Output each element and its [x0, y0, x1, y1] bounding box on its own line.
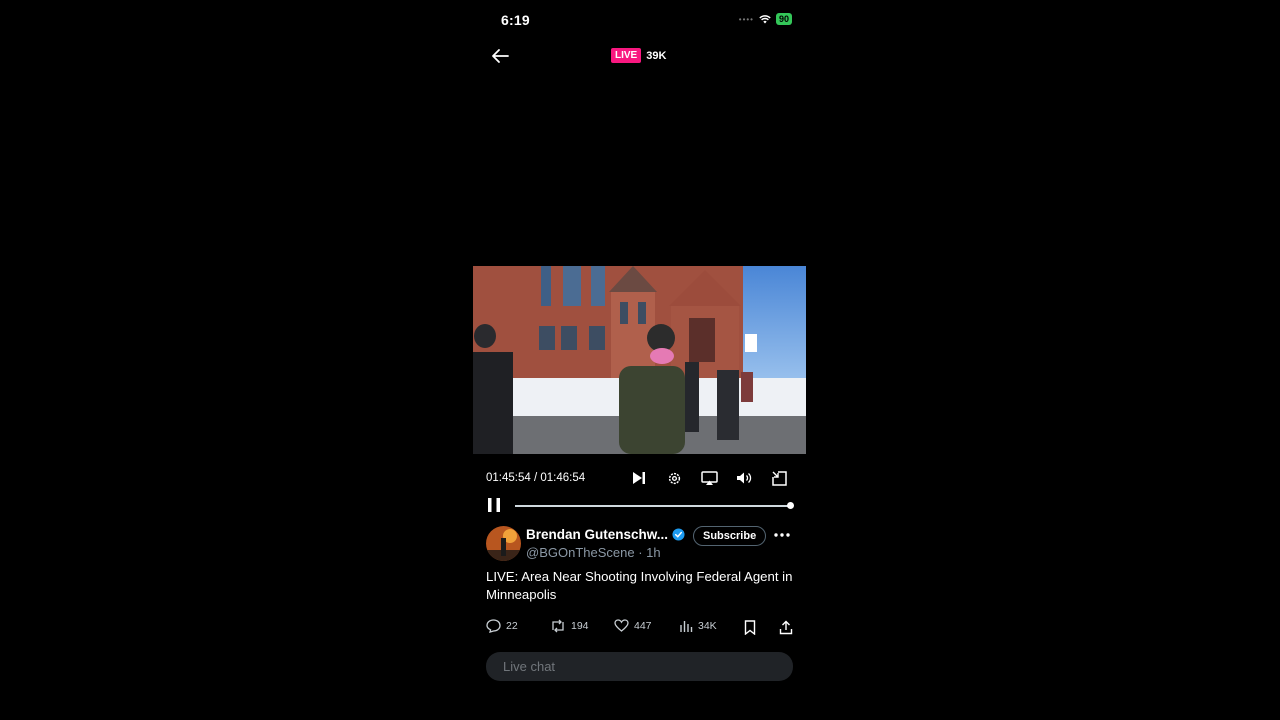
timecode: 01:45:54 / 01:46:54 [486, 472, 586, 484]
like-count: 447 [634, 619, 652, 632]
pause-icon[interactable] [487, 497, 501, 513]
action-bar: 22 194 447 34K [486, 619, 796, 637]
battery-level: 90 [775, 13, 792, 25]
post-age: · 1h [638, 545, 661, 560]
author-handle[interactable]: @BGOnTheScene [526, 545, 635, 560]
view-count: 34K [698, 620, 717, 632]
signal-icon: •••• [738, 14, 754, 24]
progress-thumb[interactable] [787, 502, 794, 509]
heart-icon [614, 619, 629, 632]
more-options-icon[interactable] [773, 528, 791, 542]
skip-to-live-icon[interactable] [630, 469, 648, 487]
status-indicators: •••• 90 [739, 13, 792, 25]
reply-icon [486, 619, 501, 633]
reply-button[interactable]: 22 [486, 619, 518, 633]
airplay-icon[interactable] [700, 469, 718, 487]
avatar[interactable] [486, 526, 521, 561]
viewer-count: 39K [646, 49, 667, 62]
share-icon[interactable] [779, 620, 793, 635]
author-name-row[interactable]: Brendan Gutenschw... [526, 527, 685, 542]
views-bar-chart-icon [680, 621, 693, 632]
reply-count: 22 [506, 620, 518, 632]
phone-screen: 6:19 •••• 90 LIVE 39K 01:45:54 / 01:46:5… [473, 0, 806, 720]
repost-icon [552, 619, 564, 633]
author-name[interactable]: Brendan Gutenschw... [526, 527, 668, 542]
volume-icon[interactable] [735, 469, 753, 487]
verified-badge-icon [672, 528, 685, 541]
settings-gear-icon[interactable] [665, 469, 683, 487]
live-chat-input[interactable]: Live chat [486, 652, 793, 681]
back-arrow-icon[interactable] [491, 48, 509, 64]
author-handle-row: @BGOnTheScene · 1h [526, 545, 661, 560]
wifi-icon [759, 14, 771, 23]
video-player[interactable] [473, 266, 806, 454]
repost-count: 194 [571, 620, 589, 632]
live-badge: LIVE [611, 48, 642, 63]
like-button[interactable]: 447 [614, 619, 652, 632]
bookmark-icon[interactable] [744, 620, 756, 635]
progress-track[interactable] [515, 505, 791, 507]
post-text: LIVE: Area Near Shooting Involving Feder… [486, 569, 793, 602]
video-frame [473, 266, 806, 454]
repost-button[interactable]: 194 [550, 619, 589, 633]
subscribe-button[interactable]: Subscribe [693, 526, 767, 546]
player-control-icons [630, 469, 788, 487]
minimize-player-icon[interactable] [770, 469, 788, 487]
views-button[interactable]: 34K [679, 619, 717, 633]
player-controls: 01:45:54 / 01:46:54 [486, 468, 794, 488]
status-time: 6:19 [501, 12, 530, 28]
live-indicator: LIVE 39K [611, 48, 666, 63]
